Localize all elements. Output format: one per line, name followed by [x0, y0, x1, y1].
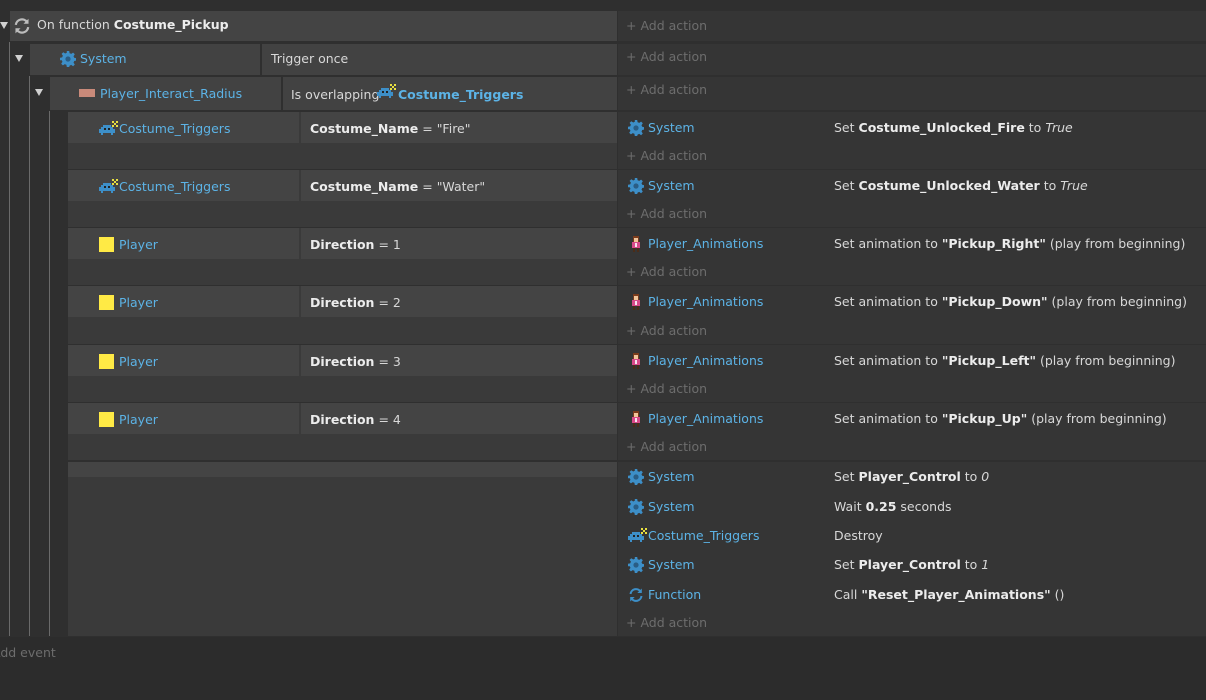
player-swatch-icon	[99, 412, 114, 427]
add-action-button[interactable]: + Add action	[626, 264, 707, 280]
collapse-overlap-toggle[interactable]	[35, 89, 43, 96]
action-object[interactable]: System	[648, 120, 695, 136]
subevent-object[interactable]: Player	[119, 412, 158, 428]
invader-icon	[97, 179, 119, 195]
subevent-condition[interactable]: Costume_Name = "Water"	[310, 179, 485, 195]
subevent-condition[interactable]: Direction = 1	[310, 237, 401, 253]
function-cycle-icon	[628, 587, 644, 603]
action-text[interactable]: Set animation to "Pickup_Down" (play fro…	[834, 294, 1187, 310]
tree-guide-1	[29, 76, 30, 636]
overlap-object[interactable]: Player_Interact_Radius	[100, 86, 242, 102]
final-action-text[interactable]: Destroy	[834, 528, 883, 544]
trigger-once-condition[interactable]: Trigger once	[271, 51, 348, 67]
add-action-button[interactable]: + Add action	[626, 82, 707, 98]
final-action-object[interactable]: System	[648, 469, 695, 485]
action-text[interactable]: Set Costume_Unlocked_Fire to True	[834, 120, 1073, 136]
tree-guide-0	[9, 42, 10, 636]
gear-icon	[628, 120, 644, 136]
final-action-text[interactable]: Set Player_Control to 1	[834, 557, 989, 573]
add-action-button[interactable]: + Add action	[626, 49, 707, 65]
gear-icon	[628, 557, 644, 573]
subevent-object[interactable]: Costume_Triggers	[119, 121, 230, 137]
add-action-button[interactable]: + Add action	[626, 18, 707, 34]
collapse-function-toggle[interactable]	[0, 22, 8, 29]
final-action-object[interactable]: System	[648, 557, 695, 573]
invader-icon	[97, 121, 119, 137]
sprite-swatch-icon	[79, 89, 95, 97]
add-action-button[interactable]: + Add action	[626, 381, 707, 397]
invader-icon	[626, 528, 648, 544]
action-object[interactable]: Player_Animations	[648, 294, 763, 310]
final-event-actions	[618, 462, 1206, 636]
action-object[interactable]: Player_Animations	[648, 236, 763, 252]
subevent-condition[interactable]: Costume_Name = "Fire"	[310, 121, 471, 137]
add-action-button[interactable]: + Add action	[626, 439, 707, 455]
final-action-text[interactable]: Call "Reset_Player_Animations" ()	[834, 587, 1064, 603]
function-header-label: On function Costume_Pickup	[37, 17, 229, 33]
add-event-area	[0, 637, 1206, 700]
add-action-button[interactable]: + Add action	[626, 148, 707, 164]
gear-icon	[628, 178, 644, 194]
subevent-condition[interactable]: Direction = 4	[310, 412, 401, 428]
action-text[interactable]: Set Costume_Unlocked_Water to True	[834, 178, 1088, 194]
add-action-button[interactable]: + Add action	[626, 615, 707, 631]
add-event-button[interactable]: Add event	[0, 645, 56, 661]
gear-icon	[628, 499, 644, 515]
sprite-character-icon	[630, 411, 642, 427]
gear-icon	[60, 51, 76, 67]
tree-guide-2	[49, 111, 50, 636]
sprite-character-icon	[630, 236, 642, 252]
final-action-object[interactable]: Costume_Triggers	[648, 528, 759, 544]
player-swatch-icon	[99, 295, 114, 310]
subevent-object[interactable]: Player	[119, 295, 158, 311]
overlap-target[interactable]: Costume_Triggers	[398, 87, 523, 103]
action-object[interactable]: Player_Animations	[648, 411, 763, 427]
subevent-object[interactable]: Costume_Triggers	[119, 179, 230, 195]
subevent-condition[interactable]: Direction = 3	[310, 354, 401, 370]
function-cycle-icon	[13, 17, 31, 35]
add-action-button[interactable]: + Add action	[626, 206, 707, 222]
collapse-trigger-once-toggle[interactable]	[15, 55, 23, 62]
action-object[interactable]: System	[648, 178, 695, 194]
player-swatch-icon	[99, 354, 114, 369]
action-object[interactable]: Player_Animations	[648, 353, 763, 369]
invader-icon	[375, 84, 397, 100]
final-action-text[interactable]: Wait 0.25 seconds	[834, 499, 952, 515]
final-action-object[interactable]: Function	[648, 587, 701, 603]
final-action-text[interactable]: Set Player_Control to 0	[834, 469, 989, 485]
action-text[interactable]: Set animation to "Pickup_Left" (play fro…	[834, 353, 1175, 369]
final-action-object[interactable]: System	[648, 499, 695, 515]
function-name: Costume_Pickup	[113, 17, 229, 32]
subevent-condition[interactable]: Direction = 2	[310, 295, 401, 311]
gear-icon	[628, 469, 644, 485]
function-header-prefix: On function	[37, 17, 110, 32]
player-swatch-icon	[99, 237, 114, 252]
add-action-button[interactable]: + Add action	[626, 323, 707, 339]
overlap-condition[interactable]: Is overlapping	[291, 87, 379, 103]
sprite-character-icon	[630, 353, 642, 369]
trigger-once-object[interactable]: System	[80, 51, 127, 67]
overlap-condition-prefix: Is overlapping	[291, 87, 380, 102]
final-event[interactable]	[68, 462, 617, 636]
subevent-object[interactable]: Player	[119, 354, 158, 370]
sprite-character-icon	[630, 294, 642, 310]
action-text[interactable]: Set animation to "Pickup_Up" (play from …	[834, 411, 1167, 427]
action-text[interactable]: Set animation to "Pickup_Right" (play fr…	[834, 236, 1185, 252]
subevent-object[interactable]: Player	[119, 237, 158, 253]
